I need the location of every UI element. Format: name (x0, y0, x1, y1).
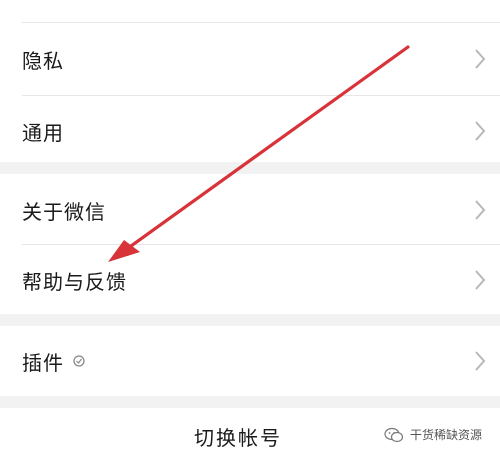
switch-account-label: 切换帐号 (194, 426, 282, 450)
settings-item-plugins[interactable]: 插件 (0, 326, 500, 396)
settings-item-help-feedback[interactable]: 帮助与反馈 (0, 244, 500, 316)
settings-item-label: 隐私 (22, 48, 64, 73)
settings-group-about-help: 关于微信 帮助与反馈 (0, 174, 500, 314)
watermark: 干货稀缺资源 (384, 426, 482, 443)
settings-item-label: 插件 (22, 350, 64, 375)
settings-group-privacy-general: 隐私 通用 (0, 0, 500, 162)
plugin-badge-icon (73, 355, 85, 367)
chevron-right-icon (475, 200, 486, 220)
wechat-logo-icon (384, 427, 404, 442)
settings-item-label: 关于微信 (22, 199, 106, 224)
settings-item-label: 通用 (22, 120, 64, 145)
chevron-right-icon (475, 49, 486, 69)
settings-item-label: 帮助与反馈 (22, 269, 127, 294)
settings-screen: 隐私 通用 关于微信 帮助与反馈 插件 切换帐号 干货稀缺资源 (0, 0, 500, 465)
chevron-right-icon (475, 351, 486, 371)
watermark-text: 干货稀缺资源 (409, 428, 482, 442)
settings-item-about-wechat[interactable]: 关于微信 (0, 174, 500, 246)
settings-item-privacy[interactable]: 隐私 (0, 23, 500, 95)
settings-group-plugins: 插件 (0, 326, 500, 396)
settings-item-general[interactable]: 通用 (0, 95, 500, 167)
chevron-right-icon (475, 121, 486, 141)
chevron-right-icon (475, 270, 486, 290)
